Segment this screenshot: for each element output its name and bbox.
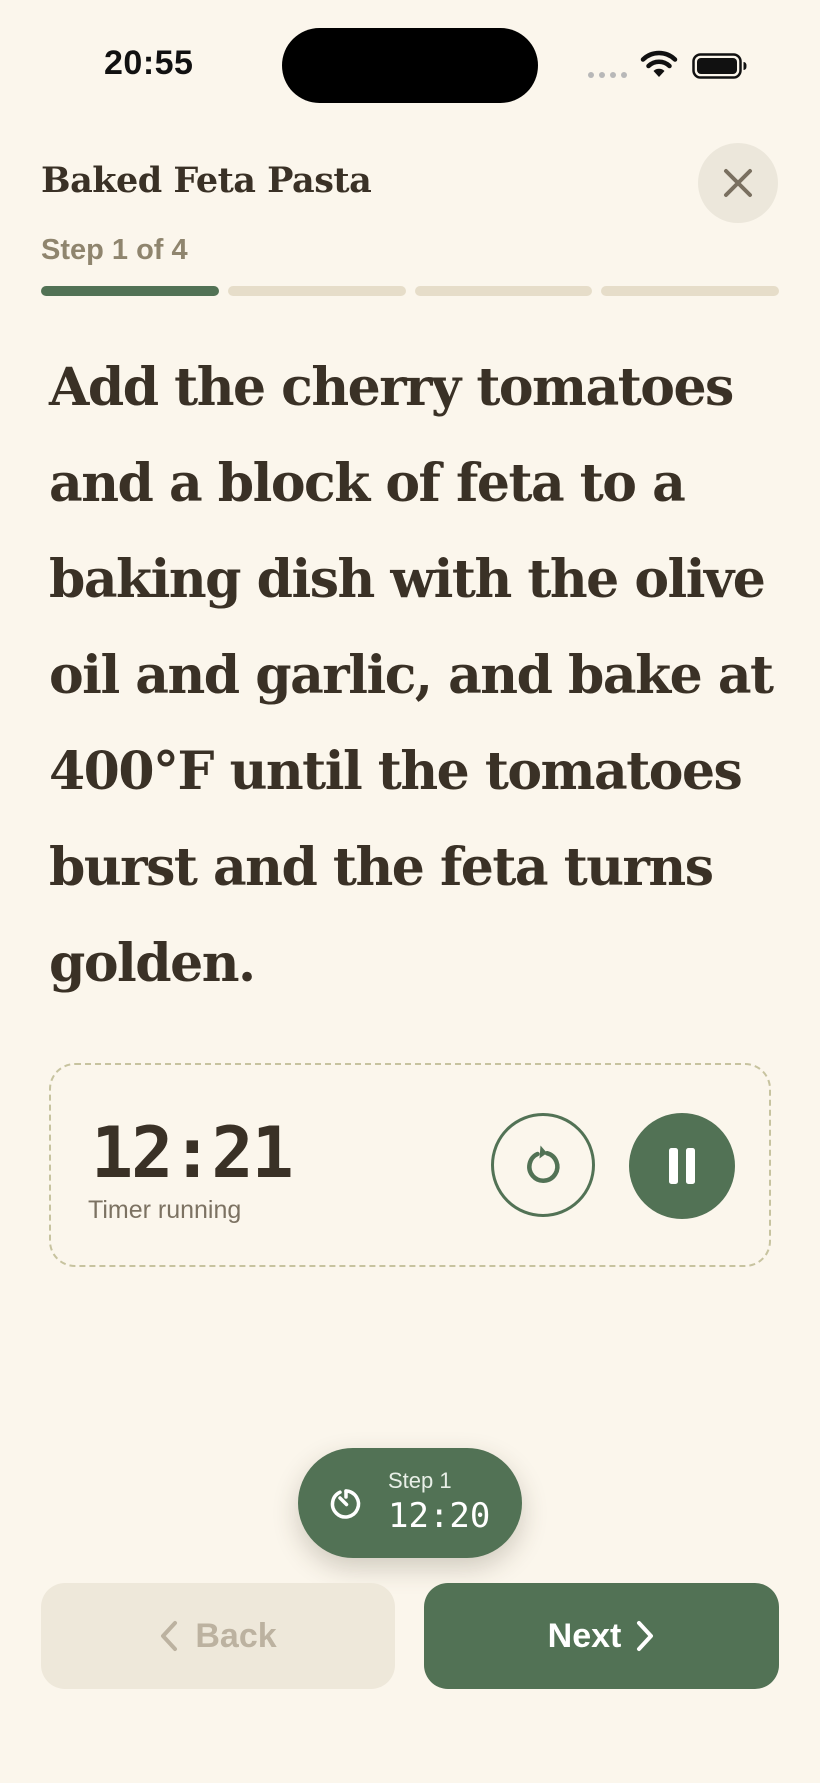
pause-icon — [667, 1147, 697, 1185]
recipe-title: Baked Feta Pasta — [41, 160, 372, 201]
next-button-label: Next — [547, 1616, 622, 1655]
cellular-signal-icon — [588, 72, 627, 78]
progress-segment-3 — [414, 286, 593, 296]
next-button[interactable]: Next — [424, 1583, 779, 1689]
chevron-left-icon — [159, 1620, 179, 1652]
close-button[interactable] — [698, 143, 778, 223]
step-instruction: Add the cherry tomatoes and a block of f… — [49, 357, 774, 994]
step-progress-bar — [41, 286, 779, 296]
dynamic-island — [282, 28, 538, 103]
floating-timer-pill[interactable]: Step 1 12:20 — [298, 1448, 522, 1558]
pill-step-label: Step 1 — [388, 1468, 452, 1493]
reset-icon — [521, 1143, 565, 1187]
progress-segment-4 — [601, 286, 779, 296]
wifi-icon — [640, 50, 678, 78]
timer-countdown: 12:21 — [91, 1112, 294, 1194]
timer-card: 12:21 Timer running — [49, 1063, 771, 1267]
progress-segment-1 — [41, 286, 219, 296]
chevron-right-icon — [635, 1620, 655, 1652]
back-button[interactable]: Back — [41, 1583, 395, 1689]
reset-timer-button[interactable] — [491, 1113, 595, 1217]
step-counter: Step 1 of 4 — [41, 234, 188, 266]
timer-icon — [328, 1486, 364, 1522]
back-button-label: Back — [195, 1616, 277, 1655]
pill-timer-value: 12:20 — [388, 1496, 491, 1536]
close-icon — [722, 167, 754, 199]
status-time: 20:55 — [104, 44, 194, 82]
battery-icon — [692, 53, 748, 79]
progress-segment-2 — [227, 286, 406, 296]
timer-status: Timer running — [88, 1196, 242, 1224]
pause-timer-button[interactable] — [629, 1113, 735, 1219]
